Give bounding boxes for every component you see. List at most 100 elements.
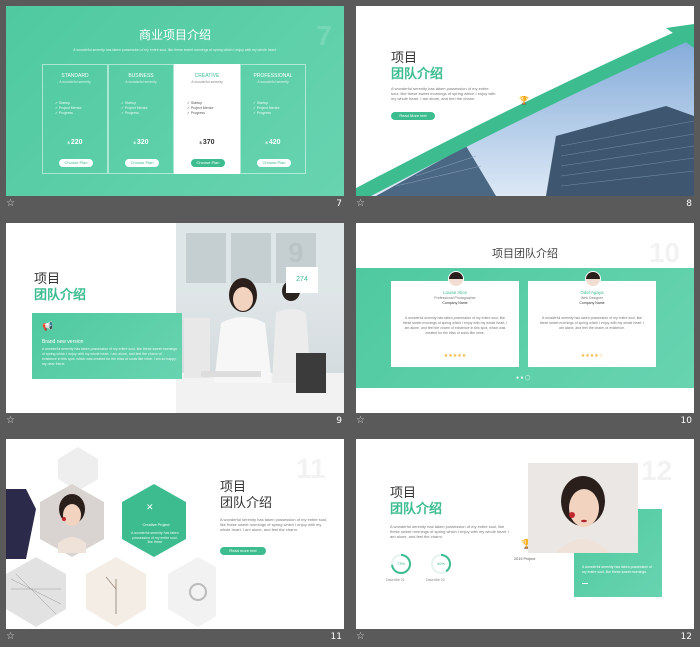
box-body: A wonderful serenity has taken possessio… bbox=[582, 565, 653, 574]
plan-feature: Project Mentor bbox=[256, 106, 280, 110]
member-name: Odel Agaya bbox=[580, 290, 604, 295]
plan-feature: Startup bbox=[256, 101, 269, 105]
tools-icon: ✕ bbox=[146, 502, 154, 512]
slide-number: 11 bbox=[330, 632, 342, 642]
plan-feature: Progress bbox=[124, 111, 139, 115]
pricing-card-standard: STANDARD A wonderful serenity ✓ Startup … bbox=[42, 64, 108, 174]
office-photo bbox=[176, 223, 344, 413]
member-company: Company Name bbox=[442, 301, 468, 305]
brand-info-box: 📢 Brand new version A wonderful serenity… bbox=[32, 313, 182, 379]
slide-number: 9 bbox=[336, 416, 342, 426]
slide-12: 12 项目 团队介绍 A wonderful serenity has take… bbox=[356, 439, 694, 629]
plan-features: ✓ Startup ✓ Project Mentor ✓ Progress bbox=[121, 101, 148, 115]
progress-label: Data title 02 bbox=[426, 578, 445, 582]
slide-title: 项目 团队介绍 bbox=[391, 50, 444, 81]
member-quote: A wonderful serenity has taken possessio… bbox=[539, 316, 645, 330]
slide-subtitle: A wonderful serenity has taken possessio… bbox=[73, 48, 277, 52]
plan-price: $ 320 bbox=[133, 139, 149, 146]
plan-feature: Project Mentor bbox=[190, 106, 214, 110]
plan-subtitle: A wonderful serenity bbox=[257, 80, 289, 84]
plan-features: ✓ Startup ✓ Project Mentor ✓ Progress bbox=[187, 101, 214, 115]
plan-subtitle: A wonderful serenity bbox=[191, 80, 223, 84]
plan-subtitle: A wonderful serenity bbox=[59, 80, 91, 84]
portrait-photo bbox=[528, 463, 638, 553]
plan-name: STANDARD bbox=[61, 73, 89, 79]
progress-value: 40% bbox=[436, 561, 445, 566]
hex-title: Creative Project bbox=[142, 523, 170, 527]
plan-name: BUSINESS bbox=[128, 73, 154, 79]
member-name: Louise Alice bbox=[442, 290, 468, 295]
box-body: A wonderful serenity has taken possessio… bbox=[42, 347, 178, 366]
box-title: Brand new version bbox=[42, 339, 84, 345]
slide-number: 7 bbox=[336, 199, 342, 209]
year-label: 2019 Project bbox=[514, 557, 536, 561]
slide-11: 11 ✕ Creative Project A wonderful sereni… bbox=[6, 439, 344, 629]
read-more-button[interactable]: Read More text bbox=[391, 112, 435, 120]
slide-body: A wonderful serenity has taken possessio… bbox=[390, 524, 510, 539]
plan-features: ✓ Startup ✓ Project Mentor ✓ Progress bbox=[55, 101, 82, 115]
plan-features: ✓ Startup ✓ Project Mentor ✓ Progress bbox=[253, 101, 280, 115]
stat-badge: 274 bbox=[286, 267, 318, 293]
favorite-star-icon[interactable]: ☆ bbox=[356, 198, 365, 209]
member-role: Professional Photographer bbox=[434, 296, 476, 300]
slide-number: 8 bbox=[686, 199, 692, 209]
carousel-dots[interactable]: ● ● ◯ bbox=[516, 375, 530, 381]
choose-plan-button[interactable]: Choose Plan bbox=[125, 159, 159, 167]
slide-title: 商业项目介绍 bbox=[138, 28, 211, 42]
rating-stars: ★★★★★ bbox=[443, 353, 467, 359]
plan-feature: Project Mentor bbox=[124, 106, 148, 110]
slide-title: 项目团队介绍 bbox=[492, 248, 558, 260]
slide-number: 10 bbox=[680, 416, 692, 426]
member-quote: A wonderful serenity has taken possessio… bbox=[402, 316, 508, 335]
plan-price: $ 220 bbox=[67, 139, 83, 146]
avatar bbox=[585, 271, 601, 287]
plan-name: CREATIVE bbox=[194, 73, 220, 79]
slide-7: 7 商业项目介绍 A wonderful serenity has taken … bbox=[6, 6, 344, 196]
plan-feature: Progress bbox=[190, 111, 205, 115]
favorite-star-icon[interactable]: ☆ bbox=[356, 415, 365, 426]
testimonial-card: Odel Agaya Web Designer Company Name A w… bbox=[528, 271, 656, 367]
slide-title: 项目 团队介绍 bbox=[220, 479, 273, 510]
rating-stars: ★★★★☆ bbox=[580, 353, 604, 359]
plan-feature: Project Mentor bbox=[58, 106, 82, 110]
pricing-card-creative: CREATIVE A wonderful serenity ✓ Startup … bbox=[174, 64, 240, 174]
member-company: Company Name bbox=[579, 301, 605, 305]
progress-label: Data title 01 bbox=[386, 578, 405, 582]
bg-slide-number: 9 bbox=[288, 237, 304, 268]
trophy-icon: 🏆 bbox=[519, 96, 529, 105]
plan-name: PROFESSIONAL bbox=[253, 73, 293, 79]
slide-title: 项目 团队介绍 bbox=[34, 271, 87, 302]
megaphone-icon: 📢 bbox=[42, 321, 54, 331]
progress-ring: 40% bbox=[430, 553, 452, 575]
plan-feature: Progress bbox=[256, 111, 271, 115]
plan-feature: Startup bbox=[124, 101, 137, 105]
slide-10: 10 项目团队介绍 Louise Alice Professional Phot… bbox=[356, 223, 694, 413]
choose-plan-button[interactable]: Choose Plan bbox=[59, 159, 93, 167]
favorite-star-icon[interactable]: ☆ bbox=[6, 415, 15, 426]
choose-plan-button[interactable]: Choose Plan bbox=[191, 159, 225, 167]
read-more-button[interactable]: Read more text bbox=[220, 547, 266, 555]
favorite-star-icon[interactable]: ☆ bbox=[6, 198, 15, 209]
pricing-card-professional: PROFESSIONAL A wonderful serenity ✓ Star… bbox=[240, 64, 306, 174]
plan-price: $ 370 bbox=[199, 139, 215, 146]
bg-slide-number: 12 bbox=[641, 455, 673, 486]
slide-title: 项目 团队介绍 bbox=[390, 485, 443, 516]
slide-number: 12 bbox=[680, 632, 692, 642]
testimonial-card: Louise Alice Professional Photographer C… bbox=[391, 271, 519, 367]
pricing-card-business: BUSINESS A wonderful serenity ✓ Startup … bbox=[108, 64, 174, 174]
progress-value: 73% bbox=[396, 561, 405, 566]
plan-price: $ 420 bbox=[265, 139, 281, 146]
slide-body: A wonderful serenity has taken possessio… bbox=[220, 517, 328, 532]
avatar bbox=[448, 271, 464, 287]
divider bbox=[582, 583, 588, 584]
slide-9: 9 274 项目 团队介绍 📢 Brand new version A wond… bbox=[6, 223, 344, 413]
favorite-star-icon[interactable]: ☆ bbox=[6, 631, 15, 642]
hex-body: A wonderful serenity has taken possessio… bbox=[131, 531, 179, 544]
plan-subtitle: A wonderful serenity bbox=[125, 80, 157, 84]
plan-feature: Startup bbox=[58, 101, 71, 105]
favorite-star-icon[interactable]: ☆ bbox=[356, 631, 365, 642]
plan-feature: Progress bbox=[58, 111, 73, 115]
slide-body: A wonderful serenity has taken possessio… bbox=[391, 86, 496, 101]
plan-feature: Startup bbox=[190, 101, 203, 105]
choose-plan-button[interactable]: Choose Plan bbox=[257, 159, 291, 167]
